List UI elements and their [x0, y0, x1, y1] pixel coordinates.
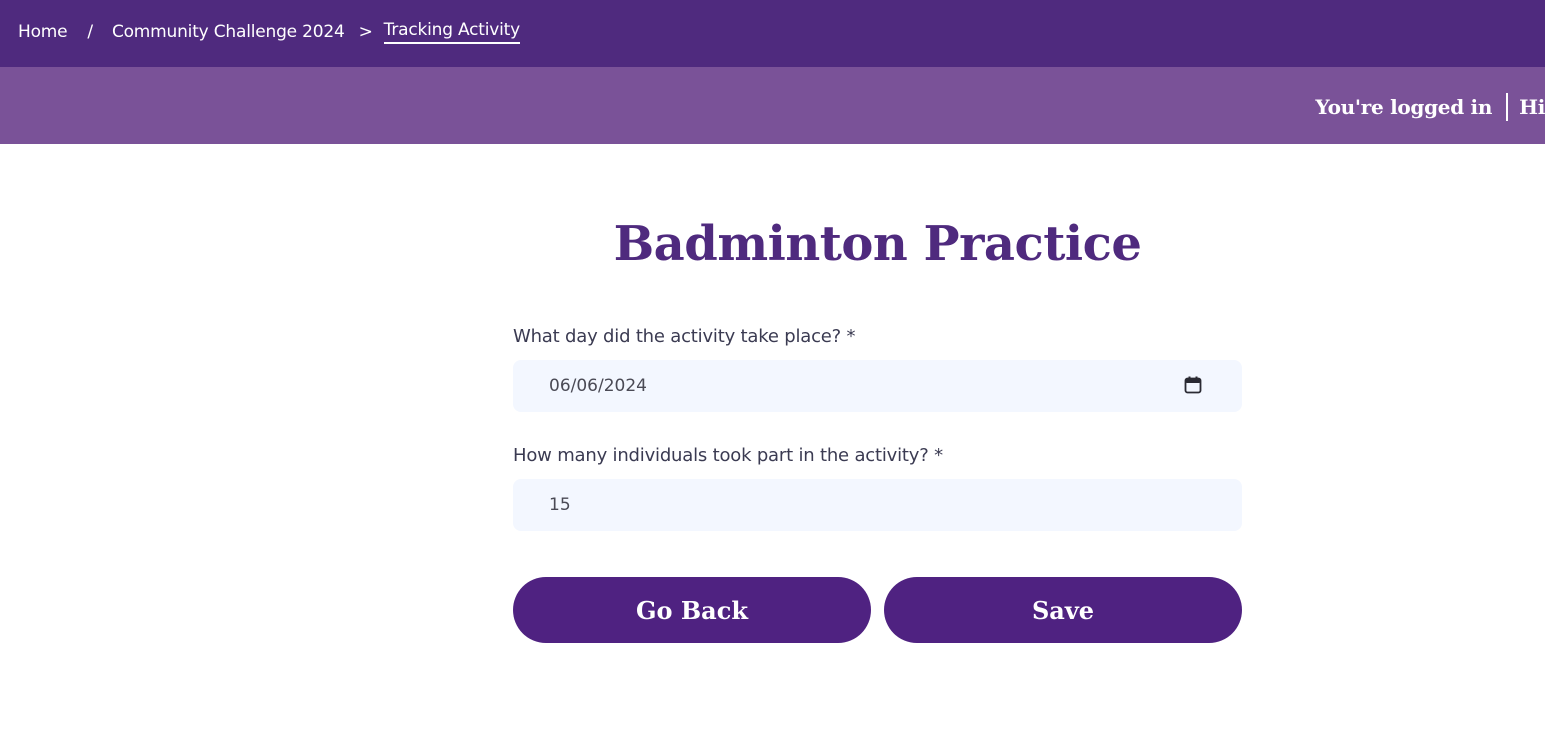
- activity-form: What day did the activity take place? * …: [513, 326, 1242, 531]
- date-input-value: 06/06/2024: [549, 376, 647, 396]
- form-actions: Go Back Save: [513, 577, 1242, 643]
- breadcrumb-home-link[interactable]: Home: [18, 22, 68, 42]
- participants-input[interactable]: 15: [513, 479, 1242, 531]
- calendar-icon[interactable]: [1184, 376, 1202, 394]
- login-status: You're logged in Hi: [1315, 93, 1545, 121]
- user-greeting[interactable]: Hi: [1519, 95, 1545, 119]
- breadcrumb-current-link[interactable]: Tracking Activity: [383, 20, 520, 44]
- account-bar: You're logged in Hi: [0, 67, 1545, 144]
- breadcrumb: Home / Community Challenge 2024 > Tracki…: [18, 20, 520, 44]
- top-navigation-bar: Home / Community Challenge 2024 > Tracki…: [0, 0, 1545, 67]
- page-title: Badminton Practice: [613, 216, 1142, 272]
- participants-input-value: 15: [549, 495, 571, 515]
- participants-field-group: How many individuals took part in the ac…: [513, 445, 1242, 531]
- logged-in-text: You're logged in: [1315, 95, 1493, 119]
- breadcrumb-separator: >: [358, 22, 373, 42]
- date-input[interactable]: 06/06/2024: [513, 360, 1242, 412]
- login-divider: [1506, 93, 1509, 121]
- participants-field-label: How many individuals took part in the ac…: [513, 445, 943, 466]
- date-field-label: What day did the activity take place? *: [513, 326, 856, 347]
- go-back-button[interactable]: Go Back: [513, 577, 871, 643]
- main-content: Badminton Practice What day did the acti…: [0, 144, 1545, 740]
- save-button[interactable]: Save: [884, 577, 1242, 643]
- date-field-group: What day did the activity take place? * …: [513, 326, 1242, 412]
- breadcrumb-separator: /: [87, 22, 93, 42]
- breadcrumb-challenge-link[interactable]: Community Challenge 2024: [112, 22, 345, 42]
